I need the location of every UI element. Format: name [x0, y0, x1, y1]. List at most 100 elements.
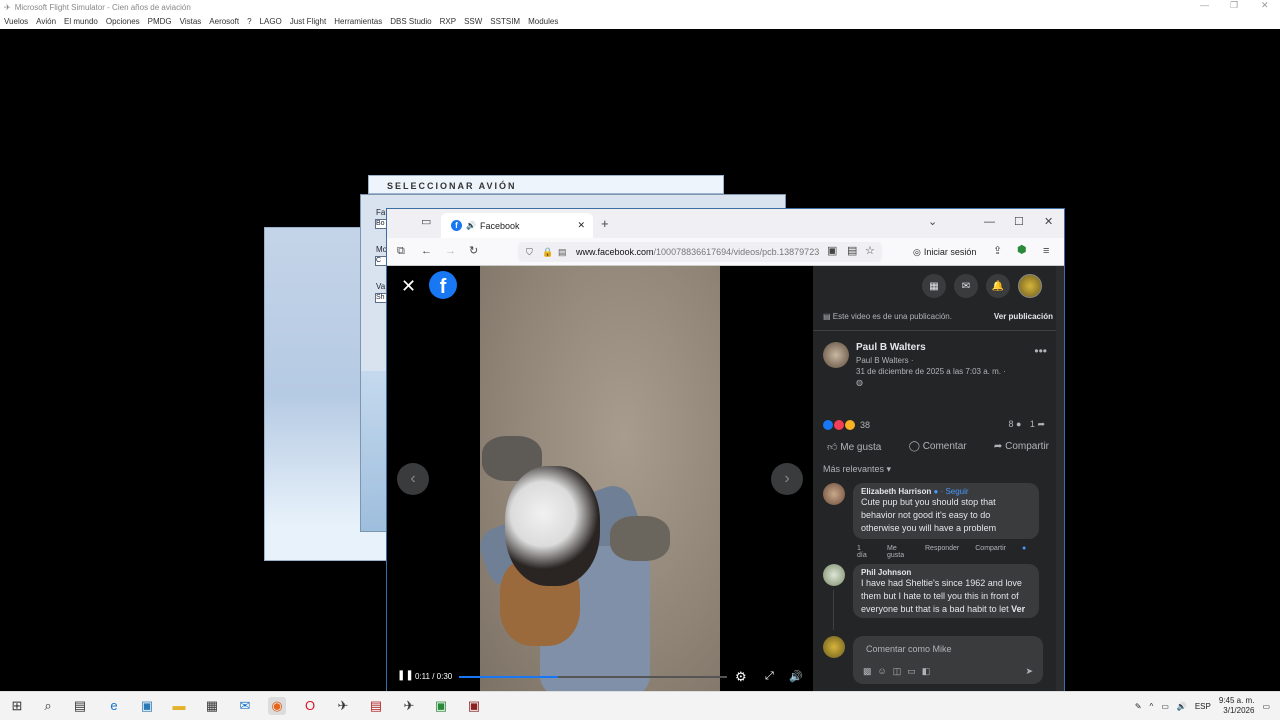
comment-time[interactable]: 1 día	[857, 545, 871, 559]
close-viewer-icon[interactable]: ✕	[401, 276, 416, 297]
edge-icon[interactable]: e	[105, 697, 123, 715]
volume-tray-icon[interactable]: 🔊	[1177, 702, 1187, 711]
tab-facebook[interactable]: f 🔊 Facebook ✕	[441, 213, 593, 238]
gif-icon[interactable]: ▭	[907, 666, 922, 676]
like-button[interactable]: 👍︎ Me gusta	[827, 441, 881, 453]
app-icon[interactable]: ▣	[138, 697, 156, 715]
comment-sort-dropdown[interactable]: Más relevantes ▾	[823, 464, 891, 475]
more-options-icon[interactable]: •••	[1034, 344, 1047, 358]
file-explorer-icon[interactable]: ▬	[170, 697, 188, 715]
extension-addon-icon[interactable]: ⬢	[1017, 245, 1027, 256]
facebook-logo-icon[interactable]: f	[429, 271, 457, 299]
menu-item[interactable]: RXP	[440, 17, 456, 26]
app-icon-3[interactable]: ▤	[367, 697, 385, 715]
reactions-summary[interactable]: 38	[823, 419, 870, 430]
minimize-button[interactable]: —	[1200, 0, 1209, 10]
network-icon[interactable]: ▭	[1161, 702, 1169, 711]
menu-item[interactable]: SSTSIM	[490, 17, 520, 26]
menu-item[interactable]: ?	[247, 17, 251, 26]
comment-input[interactable]: Comentar como Mike ▩☺◫▭◧ ➤	[853, 636, 1043, 684]
menu-item[interactable]: Modules	[528, 17, 558, 26]
author-avatar[interactable]	[823, 342, 849, 368]
menu-item[interactable]: Herramientas	[334, 17, 382, 26]
close-button[interactable]: ✕	[1261, 0, 1269, 11]
opera-icon[interactable]: O	[301, 697, 319, 715]
extensions-icon[interactable]: ⇪	[993, 246, 1002, 257]
commenter-avatar[interactable]	[823, 483, 845, 505]
commenter-name[interactable]: Elizabeth Harrison	[861, 487, 931, 496]
notifications-icon[interactable]: ▭	[1262, 702, 1270, 711]
tab-close-icon[interactable]: ✕	[577, 220, 585, 231]
fullscreen-icon[interactable]: ⤢	[765, 670, 774, 683]
task-view-icon[interactable]: ▤	[71, 697, 89, 715]
menu-item[interactable]: DBS Studio	[390, 17, 431, 26]
login-button[interactable]: ◎ Iniciar sesión	[913, 243, 976, 261]
menu-item[interactable]: El mundo	[64, 17, 98, 26]
view-post-link[interactable]: Ver publicación	[994, 312, 1053, 321]
window-minimize-button[interactable]: —	[984, 217, 995, 228]
window-maximize-button[interactable]: ☐	[1014, 217, 1024, 228]
firefox-icon[interactable]: ◉	[268, 697, 286, 715]
mail-icon[interactable]: ✉	[236, 697, 254, 715]
new-tab-button[interactable]: +	[601, 217, 609, 230]
avatar-sticker-icon[interactable]: ◧	[922, 666, 937, 676]
permissions-icon[interactable]: ▤	[558, 247, 567, 258]
comment-reply-button[interactable]: Responder	[925, 545, 959, 559]
menu-item[interactable]: LAGO	[260, 17, 282, 26]
app-icon-4[interactable]: ▣	[432, 697, 450, 715]
comment-share-button[interactable]: Compartir	[975, 545, 1006, 559]
store-icon[interactable]: ▦	[203, 697, 221, 715]
shares-count[interactable]: 1	[1030, 419, 1035, 429]
emoji-icon[interactable]: ☺	[878, 666, 893, 676]
menu-item[interactable]: Avión	[36, 17, 56, 26]
language-indicator[interactable]: ESP	[1195, 702, 1211, 711]
show-hidden-icon[interactable]: ^	[1150, 702, 1154, 711]
panel-scrollbar[interactable]	[1056, 266, 1064, 691]
next-arrow-icon[interactable]: ›	[771, 463, 803, 495]
settings-gear-icon[interactable]: ⚙	[735, 669, 747, 685]
menu-item[interactable]: Aerosoft	[209, 17, 239, 26]
comment-like-button[interactable]: Me gusta	[887, 545, 909, 559]
camera-icon[interactable]: ◫	[893, 666, 908, 676]
menu-hamburger-icon[interactable]: ≡	[1043, 246, 1049, 257]
share-button[interactable]: ➦ Compartir	[994, 441, 1049, 453]
profile-avatar[interactable]	[1018, 274, 1042, 298]
back-icon[interactable]: ←	[421, 246, 432, 257]
menu-item[interactable]: PMDG	[148, 17, 172, 26]
restore-button[interactable]: ❐	[1230, 0, 1238, 11]
lock-icon[interactable]: 🔒	[542, 247, 553, 258]
author-name[interactable]: Paul B Walters	[856, 342, 926, 353]
commenter-avatar[interactable]	[823, 564, 845, 586]
menu-item[interactable]: Vistas	[180, 17, 202, 26]
shield-icon[interactable]: ⛉	[526, 247, 533, 258]
apps-grid-icon[interactable]: ▦	[922, 274, 946, 298]
forward-icon[interactable]: →	[445, 246, 456, 257]
follow-link[interactable]: · Seguir	[941, 487, 969, 496]
app-icon-2[interactable]: ✈	[334, 697, 352, 715]
sidebar-icon[interactable]: ⧉	[397, 246, 405, 257]
post-date[interactable]: 31 de diciembre de 2025 a las 7:03 a. m.…	[856, 366, 1006, 377]
notifications-bell-icon[interactable]: 🔔	[986, 274, 1010, 298]
messenger-icon[interactable]: ✉	[954, 274, 978, 298]
comments-count[interactable]: 8	[1008, 419, 1013, 429]
clock[interactable]: 9:45 a. m. 3/1/2026	[1219, 696, 1255, 716]
pen-icon[interactable]: ✎	[1135, 702, 1142, 711]
start-windows-icon[interactable]: ⊞	[8, 697, 26, 715]
tab-overflow-chevron-icon[interactable]: ⌄	[928, 217, 937, 228]
flight-sim-icon[interactable]: ✈	[400, 697, 418, 715]
video-player[interactable]	[480, 266, 720, 691]
picture-in-picture-icon[interactable]: ▣	[827, 246, 837, 257]
search-icon[interactable]: ⌕	[39, 697, 57, 715]
tab-list-icon[interactable]: ▭	[421, 217, 431, 228]
sticker-icon[interactable]: ▩	[863, 666, 878, 676]
previous-arrow-icon[interactable]: ‹	[397, 463, 429, 495]
app-icon-5[interactable]: ▣	[465, 697, 483, 715]
send-icon[interactable]: ➤	[1025, 666, 1033, 677]
window-close-button[interactable]: ✕	[1044, 217, 1053, 228]
menu-item[interactable]: Just Flight	[290, 17, 326, 26]
volume-icon[interactable]: 🔊	[789, 670, 803, 683]
menu-item[interactable]: SSW	[464, 17, 482, 26]
bookmark-star-icon[interactable]: ☆	[865, 246, 875, 257]
reload-icon[interactable]: ↻	[469, 246, 478, 257]
commenter-name[interactable]: Phil Johnson	[861, 568, 1031, 577]
